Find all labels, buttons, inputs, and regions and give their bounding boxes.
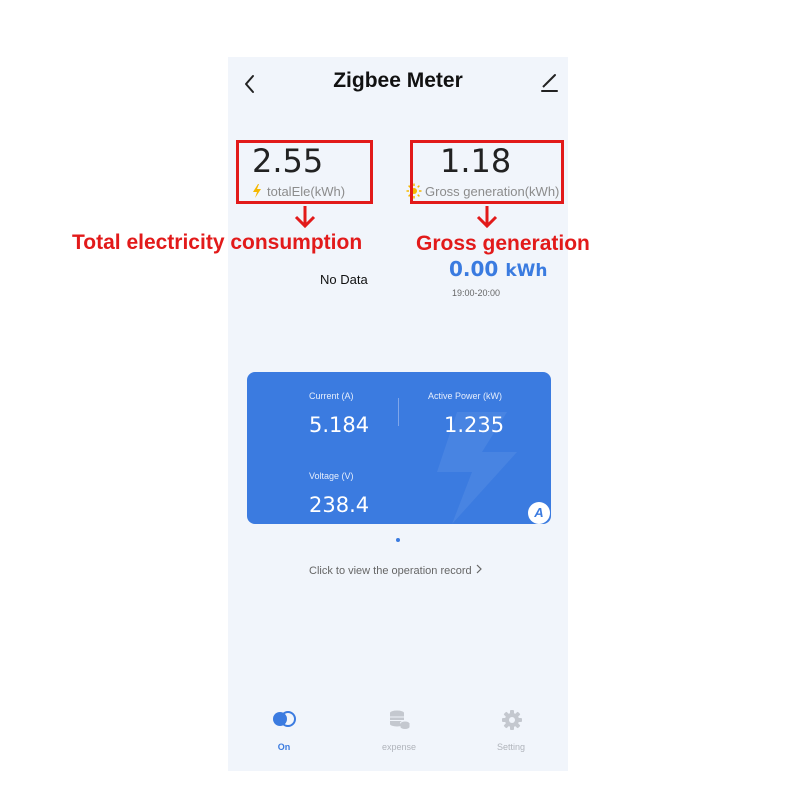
nav-item-expense[interactable]: expense: [369, 708, 429, 756]
toggle-icon: [273, 711, 296, 727]
coins-icon: [390, 710, 410, 729]
arrow-down-icon: [474, 204, 500, 235]
lightning-watermark-icon: [437, 412, 517, 524]
power-label: Active Power (kW): [428, 391, 503, 401]
annotation-total: Total electricity consumption: [72, 231, 363, 254]
no-data-label: No Data: [320, 272, 368, 287]
page-title: Zigbee Meter: [333, 69, 463, 92]
nav-label-on: On: [277, 742, 291, 752]
generation-time: 19:00-20:00: [452, 288, 501, 298]
chevron-left-icon: [245, 75, 254, 93]
operation-record-link[interactable]: Click to view the operation record: [309, 564, 483, 577]
pencil-icon: [541, 74, 558, 92]
voltage-label: Voltage (V): [309, 471, 354, 481]
generation-unit: kWh: [505, 261, 548, 281]
annotation-box-total: [236, 140, 373, 204]
generation-value: 0.00 kWh: [449, 257, 548, 281]
divider: [398, 398, 399, 426]
nav-item-on[interactable]: On: [254, 708, 314, 756]
current-label: Current (A): [309, 391, 354, 401]
readings-card[interactable]: [247, 372, 551, 524]
edit-button[interactable]: [538, 72, 560, 94]
annotation-gross: Gross generation: [416, 232, 590, 255]
chevron-right-icon: [476, 564, 482, 574]
annotation-box-gross: [410, 140, 564, 204]
power-value: 1.235: [444, 413, 505, 437]
mode-badge[interactable]: A: [528, 502, 550, 524]
nav-label-expense: expense: [381, 742, 417, 752]
operation-record-label: Click to view the operation record: [309, 565, 472, 577]
back-button[interactable]: [238, 70, 262, 98]
gear-icon: [502, 710, 522, 730]
voltage-value: 238.4: [309, 493, 370, 517]
generation-number: 0.00: [449, 257, 499, 281]
current-value: 5.184: [309, 413, 370, 437]
nav-item-setting[interactable]: Setting: [481, 708, 541, 756]
page-indicator: [396, 538, 400, 542]
nav-label-setting: Setting: [496, 742, 526, 752]
